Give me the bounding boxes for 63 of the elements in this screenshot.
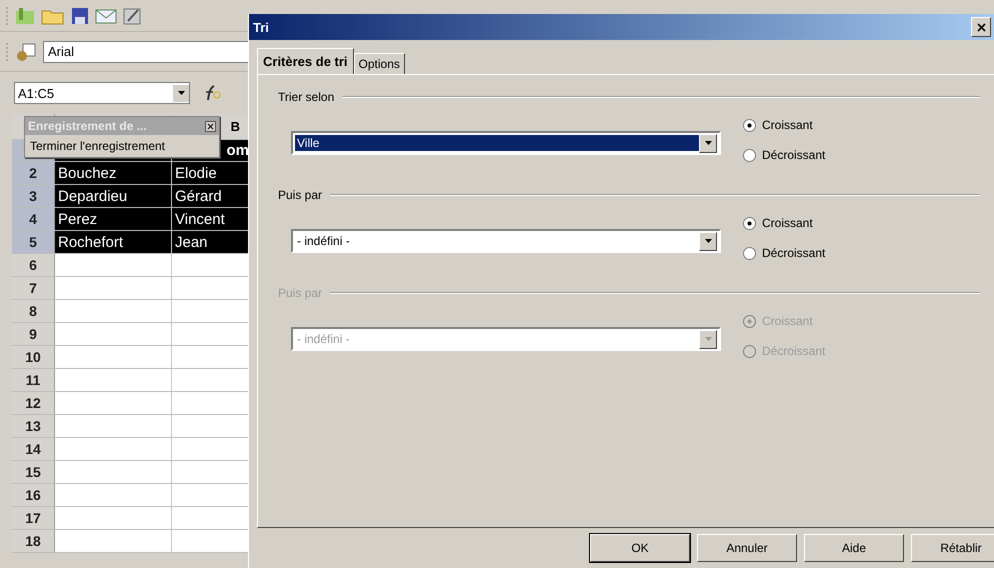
row-header[interactable]: 3 <box>12 185 55 207</box>
table-cell: Depardieu <box>55 185 172 207</box>
row-header[interactable]: 13 <box>12 415 55 437</box>
stop-recording-button[interactable]: Terminer l'enregistrement <box>25 135 170 157</box>
table-cell: Elodie <box>172 162 250 184</box>
edit-icon[interactable] <box>123 6 143 24</box>
row-header[interactable]: 8 <box>12 300 55 322</box>
toolbar-title: Enregistrement de ... <box>28 119 147 133</box>
section-label: Puis par <box>278 188 322 202</box>
styles-icon[interactable] <box>15 42 37 62</box>
dialog-button[interactable]: Aide <box>804 534 904 562</box>
name-box[interactable]: A1:C5 <box>14 82 190 104</box>
radio-button[interactable] <box>743 216 756 230</box>
row-header[interactable]: 2 <box>12 162 55 184</box>
font-name-field[interactable]: Arial <box>43 40 250 62</box>
close-icon[interactable] <box>205 120 216 132</box>
radio-label[interactable]: Croissant <box>762 216 813 230</box>
close-icon <box>976 22 986 32</box>
row-header[interactable]: 10 <box>12 346 55 368</box>
row-header[interactable]: 7 <box>12 277 55 299</box>
row-header[interactable]: 9 <box>12 323 55 345</box>
row-header[interactable]: 17 <box>12 507 55 529</box>
close-button[interactable] <box>971 17 991 37</box>
tab[interactable]: Critères de tri <box>257 48 354 74</box>
section-label: Puis par <box>278 286 322 300</box>
row-header[interactable]: 5 <box>12 231 55 253</box>
table-cell: Gérard <box>172 185 250 207</box>
toolbar-grip[interactable] <box>6 6 9 26</box>
dialog-button[interactable]: OK <box>590 534 690 562</box>
dialog-button[interactable]: Rétablir <box>911 534 994 562</box>
row-header[interactable]: 18 <box>12 530 55 552</box>
dropdown-arrow-icon <box>704 239 712 243</box>
tab[interactable]: Options <box>354 53 405 74</box>
radio-button[interactable] <box>743 118 756 132</box>
dropdown-arrow-icon <box>704 141 712 145</box>
row-header[interactable]: 4 <box>12 208 55 230</box>
row-header[interactable]: 16 <box>12 484 55 506</box>
sort-key-dropdown[interactable]: - indéfini - <box>291 229 721 253</box>
radio-button[interactable] <box>743 148 756 162</box>
dropdown-arrow-icon <box>704 337 712 341</box>
radio-label[interactable]: Décroissant <box>762 148 826 162</box>
section-label: Trier selon <box>278 90 334 104</box>
dropdown-arrow-icon <box>178 91 184 95</box>
envelope-icon[interactable] <box>95 6 117 24</box>
table-cell: Bouchez <box>55 162 172 184</box>
row-header[interactable]: 11 <box>12 369 55 391</box>
radio-label[interactable]: Décroissant <box>762 246 826 260</box>
row-header[interactable]: 15 <box>12 461 55 483</box>
radio-label[interactable]: Croissant <box>762 118 813 132</box>
dialog-button[interactable]: Annuler <box>697 534 797 562</box>
save-icon[interactable] <box>71 6 89 24</box>
window-title: Tri <box>253 20 269 34</box>
sort-key-dropdown[interactable]: Ville <box>291 131 721 155</box>
table-cell: Rochefort <box>55 231 172 253</box>
radio-button[interactable] <box>743 246 756 260</box>
table-cell: Perez <box>55 208 172 230</box>
row-header[interactable]: 12 <box>12 392 55 414</box>
chart-icon[interactable] <box>15 6 35 24</box>
row-header[interactable]: 6 <box>12 254 55 276</box>
toolbar-grip[interactable] <box>6 42 9 62</box>
row-header[interactable]: 14 <box>12 438 55 460</box>
table-cell: Jean <box>172 231 250 253</box>
table-cell: Vincent <box>172 208 250 230</box>
